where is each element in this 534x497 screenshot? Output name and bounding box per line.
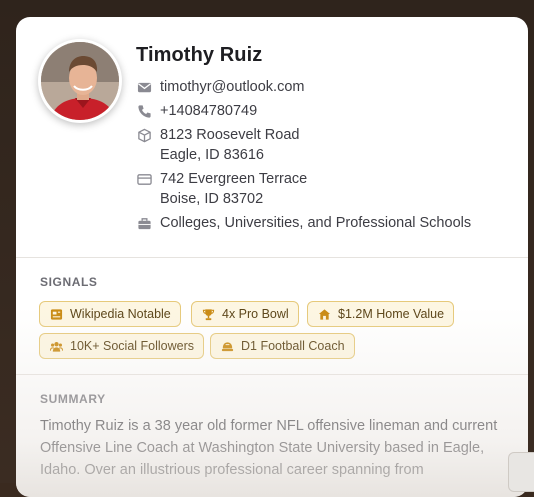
profile-header: Timothy Ruiz timothyr@outlook.com +14084… xyxy=(16,17,528,257)
briefcase-icon xyxy=(136,213,152,233)
summary-title: SUMMARY xyxy=(40,392,106,406)
followers-icon xyxy=(49,339,63,353)
mail-icon xyxy=(136,77,152,97)
signal-chip-pro-bowl[interactable]: 4x Pro Bowl xyxy=(191,301,299,327)
phone-row[interactable]: +14084780749 xyxy=(136,101,257,121)
signal-chip-social-followers[interactable]: 10K+ Social Followers xyxy=(39,333,204,359)
football-icon xyxy=(220,339,234,353)
address-1-line-1: 8123 Roosevelt Road xyxy=(160,125,299,145)
address-row-2: 742 Evergreen Terrace Boise, ID 83702 xyxy=(136,169,307,209)
chip-label: 10K+ Social Followers xyxy=(70,339,194,353)
trophy-icon xyxy=(201,307,215,321)
section-divider xyxy=(16,257,528,258)
wikipedia-icon xyxy=(49,307,63,321)
email-row[interactable]: timothyr@outlook.com xyxy=(136,77,304,97)
phone-icon xyxy=(136,101,152,121)
address-2-line-1: 742 Evergreen Terrace xyxy=(160,169,307,189)
signal-chip-wikipedia[interactable]: Wikipedia Notable xyxy=(39,301,181,327)
home-icon xyxy=(317,307,331,321)
chip-label: $1.2M Home Value xyxy=(338,307,444,321)
profile-name: Timothy Ruiz xyxy=(136,44,262,67)
avatar-image xyxy=(41,42,122,123)
industry-row: Colleges, Universities, and Professional… xyxy=(136,213,471,233)
address-1-line-2: Eagle, ID 83616 xyxy=(160,145,299,165)
section-divider xyxy=(16,374,528,375)
email-text[interactable]: timothyr@outlook.com xyxy=(160,77,304,97)
floating-corner-button[interactable] xyxy=(508,452,534,492)
industry-text: Colleges, Universities, and Professional… xyxy=(160,213,471,233)
address-2-line-2: Boise, ID 83702 xyxy=(160,189,307,209)
chip-label: D1 Football Coach xyxy=(241,339,345,353)
chip-label: 4x Pro Bowl xyxy=(222,307,289,321)
package-icon xyxy=(136,125,152,145)
signal-chip-football-coach[interactable]: D1 Football Coach xyxy=(210,333,355,359)
chip-label: Wikipedia Notable xyxy=(70,307,171,321)
signal-chip-home-value[interactable]: $1.2M Home Value xyxy=(307,301,454,327)
address-row-1: 8123 Roosevelt Road Eagle, ID 83616 xyxy=(136,125,299,165)
signals-title: SIGNALS xyxy=(40,275,98,289)
profile-card: Timothy Ruiz timothyr@outlook.com +14084… xyxy=(16,17,528,497)
avatar xyxy=(38,39,122,123)
summary-text: Timothy Ruiz is a 38 year old former NFL… xyxy=(40,415,510,481)
phone-text[interactable]: +14084780749 xyxy=(160,101,257,121)
card-icon xyxy=(136,169,152,189)
